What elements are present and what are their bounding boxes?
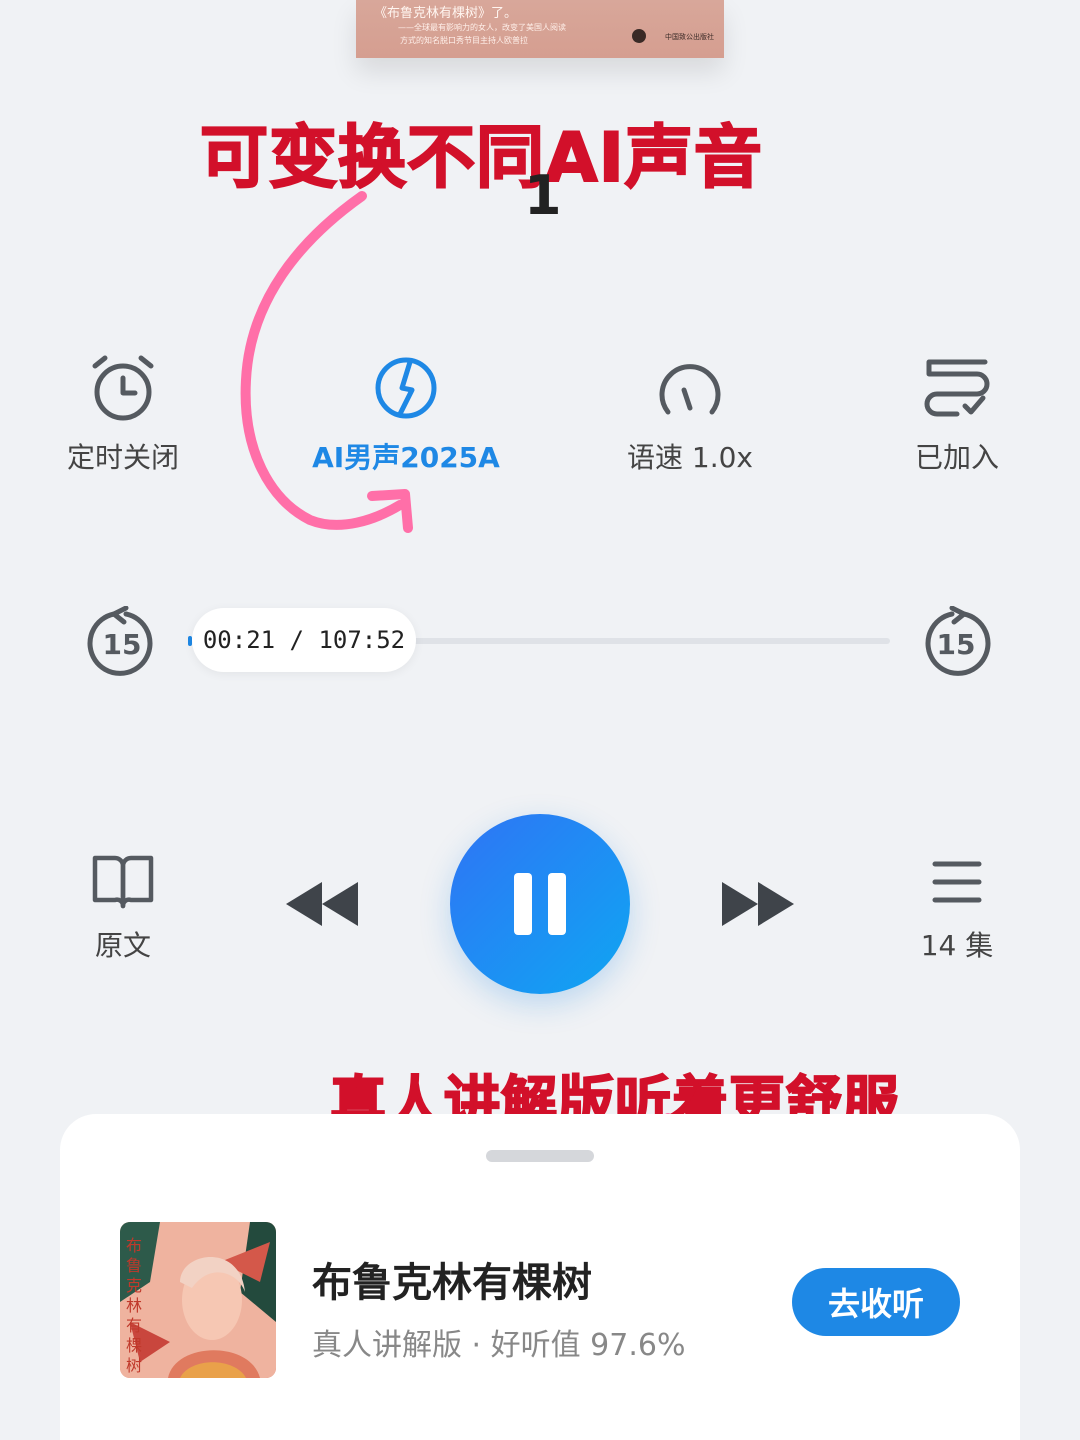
fast-forward-icon	[722, 882, 794, 926]
rewind-15-number: 15	[103, 628, 142, 661]
recommendation-title[interactable]: 布鲁克林有棵树	[312, 1250, 592, 1308]
next-button[interactable]	[718, 878, 798, 934]
rewind-15-icon: 15	[87, 605, 153, 676]
recommendation-subtitle: 真人讲解版 · 好听值 97.6%	[312, 1328, 686, 1363]
original-text-button[interactable]: 原文	[23, 852, 223, 964]
forward-15-icon: 15	[925, 605, 991, 676]
book-icon	[92, 855, 154, 909]
episodes-label: 14 集	[920, 929, 994, 962]
progress-time: 00:21 / 107:52	[202, 626, 406, 654]
original-text-label: 原文	[94, 929, 151, 962]
sleep-timer-button[interactable]: 定时关闭	[23, 352, 223, 476]
pause-icon-bar-left	[514, 873, 532, 935]
previous-button[interactable]	[282, 878, 362, 934]
speedometer-icon	[659, 364, 721, 415]
episodes-button[interactable]: 14 集	[857, 852, 1057, 964]
pause-icon-bar-right	[548, 873, 566, 935]
sleep-timer-label: 定时关闭	[66, 441, 179, 474]
drag-handle[interactable]	[486, 1150, 594, 1162]
progress-time-handle[interactable]: 00:21 / 107:52	[192, 608, 416, 672]
rewind-15-button[interactable]: 15	[86, 605, 158, 682]
voice-label: AI男声2025A	[312, 441, 500, 474]
rewind-icon	[286, 882, 358, 926]
playback-speed-label: 语速 1.0x	[626, 441, 753, 474]
alarm-clock-icon	[92, 355, 154, 421]
add-to-list-label: 已加入	[914, 441, 999, 474]
voice-select-button[interactable]: AI男声2025A	[306, 352, 506, 476]
forward-15-number: 15	[937, 628, 976, 661]
cover-title-vertical: 布鲁克林有棵树	[126, 1236, 143, 1375]
playback-speed-button[interactable]: 语速 1.0x	[590, 352, 790, 476]
list-icon	[932, 861, 982, 903]
voice-icon	[375, 357, 437, 419]
go-listen-button[interactable]: 去收听	[792, 1268, 960, 1336]
pause-button[interactable]	[450, 814, 630, 994]
add-to-list-button[interactable]: 已加入	[857, 352, 1057, 476]
added-to-list-icon	[924, 359, 990, 417]
forward-15-button[interactable]: 15	[920, 605, 992, 682]
recommendation-cover[interactable]: 布鲁克林有棵树	[120, 1222, 276, 1378]
